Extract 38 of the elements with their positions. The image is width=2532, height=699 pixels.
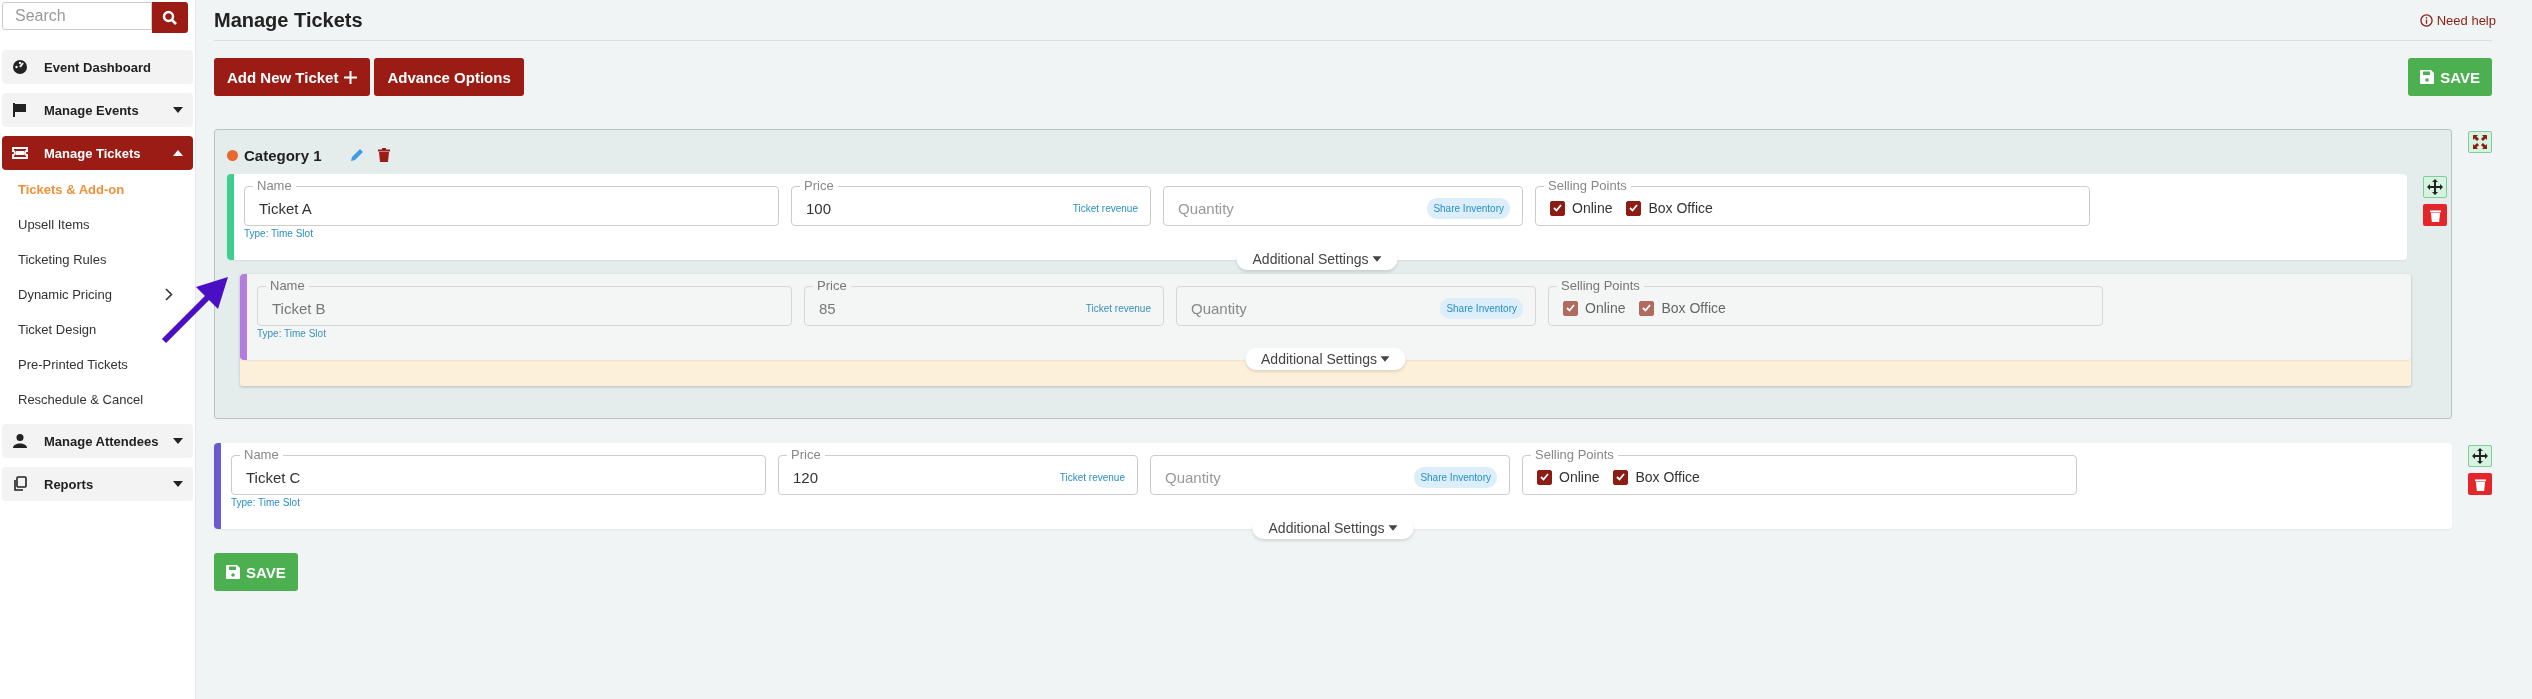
name-field[interactable]: Name Ticket B	[257, 280, 792, 326]
price-field[interactable]: Price 120 Ticket revenue	[778, 449, 1138, 495]
submenu-item[interactable]: Upsell Items	[2, 207, 193, 242]
name-field[interactable]: Name Ticket C	[231, 449, 766, 495]
category-name: Category 1	[244, 146, 322, 164]
submenu-item[interactable]: Ticketing Rules	[2, 242, 193, 277]
name-field[interactable]: Name Ticket A	[244, 180, 779, 226]
selling-points-group: Selling Points Online Box Office	[1522, 449, 2077, 495]
additional-settings-button[interactable]: Additional Settings	[1236, 248, 1398, 270]
channel-checkbox[interactable]: Online	[1550, 200, 1613, 216]
sidebar-item[interactable]: Manage Tickets	[2, 136, 193, 170]
add-ticket-button[interactable]: Add New Ticket	[214, 58, 371, 96]
submenu-item[interactable]: Dynamic Pricing	[2, 277, 193, 312]
advance-options-button[interactable]: Advance Options	[374, 58, 524, 96]
sidebar-item[interactable]: Event Dashboard	[2, 50, 193, 84]
channel-checkbox[interactable]: Online	[1563, 300, 1626, 316]
submenu-item[interactable]: Ticket Design	[2, 312, 193, 347]
selling-points-group: Selling Points Online Box Office	[1535, 180, 2090, 226]
channel-checkbox[interactable]: Box Office	[1626, 200, 1713, 216]
sidebar-item[interactable]: Manage Attendees	[2, 424, 193, 458]
submenu-item[interactable]: Pre-Printed Tickets	[2, 347, 193, 382]
ticket-type: Type: Time Slot	[244, 228, 314, 239]
selling-points-group: Selling Points Online Box Office	[1548, 280, 2103, 326]
additional-settings-button[interactable]: Additional Settings	[1245, 348, 1406, 370]
help-link[interactable]: Need help	[2419, 12, 2496, 28]
additional-settings-button[interactable]: Additional Settings	[1252, 517, 1414, 539]
search-field[interactable]: Search	[2, 2, 152, 30]
submenu-item[interactable]: Reschedule & Cancel	[2, 382, 193, 417]
channel-checkbox[interactable]: Box Office	[1613, 469, 1700, 485]
sidebar-item[interactable]: Reports	[2, 467, 193, 501]
channel-checkbox[interactable]: Online	[1537, 469, 1600, 485]
price-field[interactable]: Price 85 Ticket revenue	[804, 280, 1164, 326]
ticket-type: Type: Time Slot	[231, 497, 301, 508]
ticket-type: Type: Time Slot	[257, 328, 327, 339]
page-title: Manage Tickets	[214, 8, 363, 32]
sidebar-item[interactable]: Manage Events	[2, 93, 193, 127]
price-field[interactable]: Price 100 Ticket revenue	[791, 180, 1151, 226]
channel-checkbox[interactable]: Box Office	[1639, 300, 1726, 316]
